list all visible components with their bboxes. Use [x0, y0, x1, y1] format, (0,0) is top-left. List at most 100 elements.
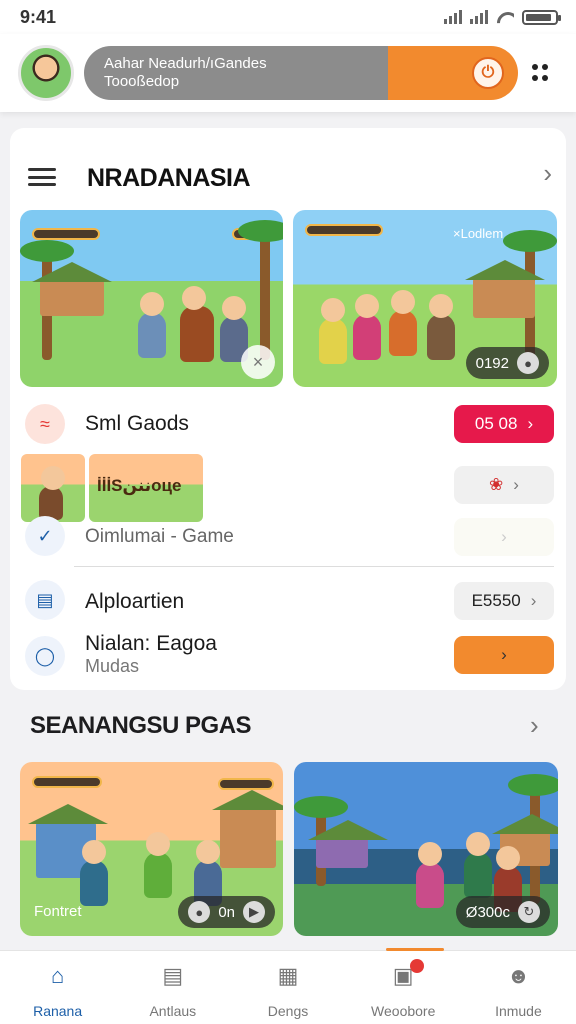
app-header: Aahar Neadurh/ıGandes Toooßedop ⏻ — [0, 34, 576, 112]
pill-text: E5550 — [471, 591, 521, 610]
row-label: Oimlumai - Game — [85, 526, 234, 547]
status-icons — [444, 9, 561, 25]
chevron-right-icon[interactable]: › — [543, 158, 552, 189]
chat-icon: ◯ — [25, 636, 65, 676]
thumbnail — [21, 454, 85, 522]
chip-value: 0n — [218, 903, 235, 921]
chevron-right-icon: › — [513, 475, 519, 494]
gear-icon: ❀ — [489, 475, 504, 494]
character — [319, 298, 347, 364]
main-card: NRADANASIA › × ×Lodlem 0192 ● ≈ Sml Gaod… — [10, 128, 566, 690]
character-thumb-icon: ● — [188, 901, 211, 923]
bottom-tab-bar: ⌂ Ranana ▤ Antlaus ▦ Dengs ▣ Weoobore ☻ … — [0, 948, 576, 1024]
game-card-image[interactable]: Ø300с ↻ — [294, 762, 558, 936]
notification-badge — [409, 959, 424, 973]
row-label: Nialan: Eagoa — [85, 632, 217, 655]
row-action-button[interactable]: › — [454, 636, 554, 674]
row-action-button[interactable]: 05 08 › — [454, 405, 554, 443]
hud-bar — [32, 776, 102, 788]
tab-games[interactable]: ▦ Dengs — [230, 951, 345, 1024]
status-time: 9:41 — [20, 6, 57, 27]
hut — [465, 260, 545, 318]
section-header: NRADANASIA › — [10, 158, 566, 194]
score-chip[interactable]: ● 0n ▶ — [178, 896, 275, 928]
list-item[interactable]: ◯ Nialan: Eagoa Mudas › — [10, 628, 566, 688]
hut — [212, 790, 283, 868]
section-title: NRADANASIA — [87, 164, 251, 192]
character — [353, 294, 381, 360]
more-options-icon[interactable] — [532, 64, 550, 82]
banner-line1: Aahar Neadurh/ıGandes — [104, 55, 267, 72]
wifi-icon — [496, 10, 514, 24]
palm-tree — [238, 220, 283, 360]
thumbnail-title: İİİSنننоцe — [97, 476, 182, 495]
check-icon: ✓ — [25, 516, 65, 556]
news-icon: ▤ — [162, 963, 184, 988]
hud-bar — [218, 778, 274, 790]
game-card-image[interactable]: Fontret ● 0n ▶ — [20, 762, 283, 936]
row-label: Sml Gaods — [85, 412, 189, 435]
tab-home[interactable]: ⌂ Ranana — [0, 951, 115, 1024]
promo-banner[interactable]: Aahar Neadurh/ıGandes Toooßedop ⏻ — [84, 46, 518, 100]
score-chip[interactable]: 0192 ● — [465, 347, 549, 379]
signal-icon — [444, 10, 462, 24]
character — [464, 832, 492, 898]
character — [138, 292, 166, 358]
list-item[interactable]: İİİSنننоцe ❀ › — [10, 454, 566, 522]
profile-icon: ☻ — [506, 963, 530, 988]
chip-value: Ø300с — [465, 903, 510, 921]
pill-text: 05 08 — [474, 414, 518, 433]
hut — [308, 820, 388, 868]
tab-news[interactable]: ▤ Antlaus — [115, 951, 230, 1024]
character — [427, 294, 455, 360]
card-caption: Fontret — [34, 903, 82, 920]
home-icon: ⌂ — [50, 963, 65, 988]
battery-icon — [522, 9, 561, 25]
banner-text: Aahar Neadurh/ıGandes Toooßedop — [104, 55, 267, 91]
game-card-image[interactable]: × — [20, 210, 283, 387]
chevron-right-icon: › — [527, 414, 534, 433]
tab-label: Antlaus — [149, 1003, 197, 1019]
row-action-button[interactable]: › — [454, 518, 554, 556]
chevron-right-icon: › — [501, 645, 507, 664]
avatar[interactable] — [18, 45, 74, 101]
thumbnail: İİİSنننоцe — [89, 454, 203, 522]
score-chip[interactable]: Ø300с ↻ — [455, 896, 550, 928]
chevron-right-icon: › — [530, 591, 537, 610]
tab-label: Dengs — [267, 1003, 309, 1019]
refresh-icon: ↻ — [518, 901, 540, 923]
list-item[interactable]: ▤ Alploartien E5550 › — [10, 574, 566, 630]
signal-icon — [470, 10, 488, 24]
hud-text: ×Lodlem — [453, 226, 504, 241]
tab-gallery[interactable]: ▣ Weoobore — [346, 951, 461, 1024]
close-icon[interactable]: × — [241, 345, 275, 379]
list-item[interactable]: ✓ Oimlumai - Game › — [10, 514, 566, 570]
games-icon: ▦ — [277, 963, 299, 988]
section-title: SEANANGSU PGAS — [30, 712, 252, 739]
character — [180, 286, 214, 362]
chevron-right-icon[interactable]: › — [530, 710, 539, 741]
hut — [32, 262, 112, 316]
hud-health-bar — [305, 224, 383, 236]
tab-profile[interactable]: ☻ Inmude — [461, 951, 576, 1024]
chevron-right-icon: › — [501, 527, 507, 546]
tab-label: Ranana — [33, 1003, 83, 1019]
character-thumb-icon: ● — [517, 352, 539, 374]
row-sub: Mudas — [85, 656, 140, 676]
list-item[interactable]: ≈ Sml Gaods 05 08 › — [10, 396, 566, 452]
tab-label: Weoobore — [371, 1003, 436, 1019]
doc-icon: ▤ — [25, 580, 65, 620]
character — [144, 832, 172, 898]
chip-value: 0192 — [475, 354, 509, 372]
hud-health-bar — [32, 228, 100, 240]
row-label: Alploartien — [85, 590, 185, 613]
row-action-button[interactable]: ❀ › — [454, 466, 554, 504]
character — [389, 290, 417, 356]
character — [416, 842, 444, 908]
row-action-button[interactable]: E5550 › — [454, 582, 554, 620]
game-card-image[interactable]: ×Lodlem 0192 ● — [293, 210, 557, 387]
menu-icon[interactable] — [28, 168, 56, 186]
banner-line2: Toooßedop — [104, 73, 180, 90]
divider — [74, 566, 554, 567]
power-icon[interactable]: ⏻ — [472, 57, 504, 89]
